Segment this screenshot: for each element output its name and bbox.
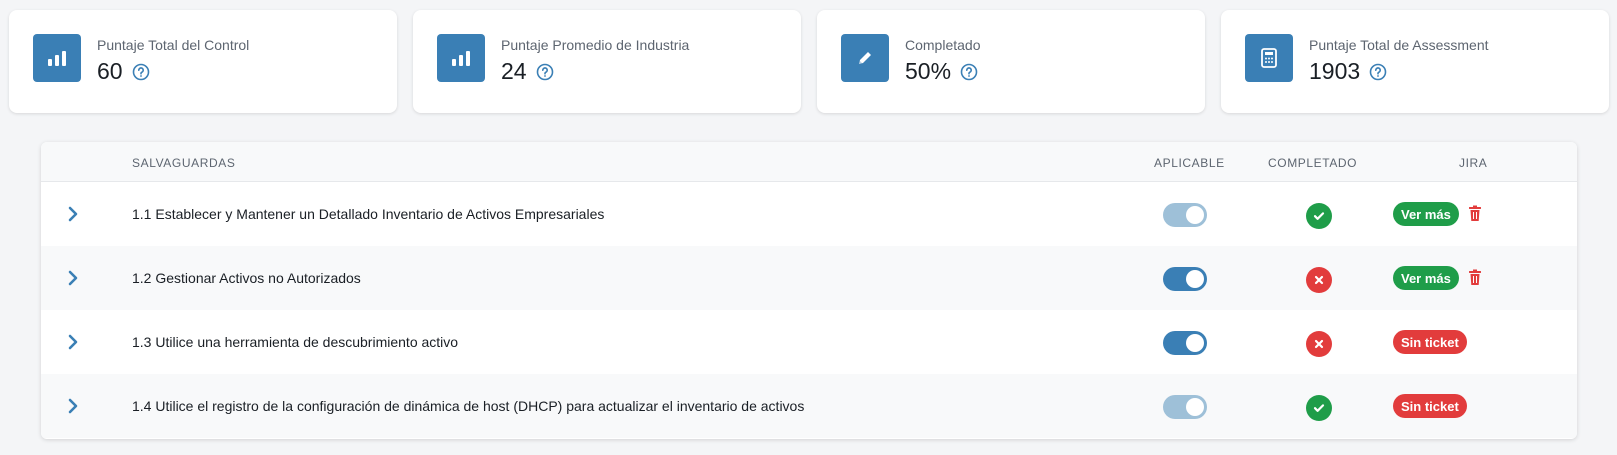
jira-ver-mas-badge[interactable]: Ver más: [1393, 202, 1459, 226]
safeguard-label: 1.2 Gestionar Activos no Autorizados: [132, 270, 361, 286]
applicable-toggle[interactable]: [1163, 203, 1207, 227]
help-icon[interactable]: [132, 63, 150, 81]
stat-card-completed: Completado 50%: [817, 10, 1205, 113]
chevron-right-icon[interactable]: [63, 332, 83, 352]
jira-sin-ticket-badge[interactable]: Sin ticket: [1393, 394, 1467, 418]
table-row: 1.1 Establecer y Mantener un Detallado I…: [41, 182, 1577, 246]
chevron-right-icon[interactable]: [63, 268, 83, 288]
help-icon[interactable]: [960, 63, 978, 81]
bar-chart-icon: [33, 34, 81, 82]
check-circle-icon: [1306, 203, 1332, 229]
bar-chart-icon: [437, 34, 485, 82]
help-icon[interactable]: [1369, 63, 1387, 81]
safeguard-label: 1.4 Utilice el registro de la configurac…: [132, 398, 805, 414]
help-icon[interactable]: [536, 63, 554, 81]
jira-ver-mas-badge[interactable]: Ver más: [1393, 266, 1459, 290]
chevron-right-icon[interactable]: [63, 204, 83, 224]
stat-card-industry-average: Puntaje Promedio de Industria 24: [413, 10, 801, 113]
table-header: SALVAGUARDAS APLICABLE COMPLETADO JIRA: [41, 142, 1577, 182]
stat-label: Completado: [905, 37, 981, 53]
stat-label: Puntaje Total del Control: [97, 37, 250, 53]
column-header-completed: COMPLETADO: [1268, 156, 1358, 170]
table-row: 1.2 Gestionar Activos no Autorizados Ver…: [41, 246, 1577, 310]
calculator-icon: [1245, 34, 1293, 82]
table-row: 1.3 Utilice una herramienta de descubrim…: [41, 310, 1577, 374]
stat-card-control-score: Puntaje Total del Control 60: [9, 10, 397, 113]
chevron-right-icon[interactable]: [63, 396, 83, 416]
applicable-toggle[interactable]: [1163, 395, 1207, 419]
column-header-safeguards: SALVAGUARDAS: [132, 156, 236, 170]
x-circle-icon: [1306, 331, 1332, 357]
jira-sin-ticket-badge[interactable]: Sin ticket: [1393, 330, 1467, 354]
safeguard-label: 1.3 Utilice una herramienta de descubrim…: [132, 334, 459, 350]
stat-value: 50%: [905, 58, 952, 84]
stats-bar: Puntaje Total del Control 60 Puntaje Pro…: [9, 10, 1609, 113]
stat-card-assessment-total: Puntaje Total de Assessment 1903: [1221, 10, 1609, 113]
x-circle-icon: [1306, 267, 1332, 293]
table-row: 1.4 Utilice el registro de la configurac…: [41, 374, 1577, 438]
stat-value: 60: [97, 58, 123, 84]
column-header-jira: JIRA: [1459, 156, 1488, 170]
stat-label: Puntaje Promedio de Industria: [501, 37, 690, 53]
stat-label: Puntaje Total de Assessment: [1309, 37, 1489, 53]
column-header-applicable: APLICABLE: [1154, 156, 1225, 170]
applicable-toggle[interactable]: [1163, 331, 1207, 355]
pencil-icon: [841, 34, 889, 82]
trash-icon[interactable]: [1467, 204, 1483, 222]
safeguards-table: SALVAGUARDAS APLICABLE COMPLETADO JIRA 1…: [41, 142, 1577, 439]
trash-icon[interactable]: [1467, 268, 1483, 286]
safeguard-label: 1.1 Establecer y Mantener un Detallado I…: [132, 206, 605, 222]
check-circle-icon: [1306, 395, 1332, 421]
applicable-toggle[interactable]: [1163, 267, 1207, 291]
stat-value: 1903: [1309, 58, 1361, 84]
stat-value: 24: [501, 58, 527, 84]
